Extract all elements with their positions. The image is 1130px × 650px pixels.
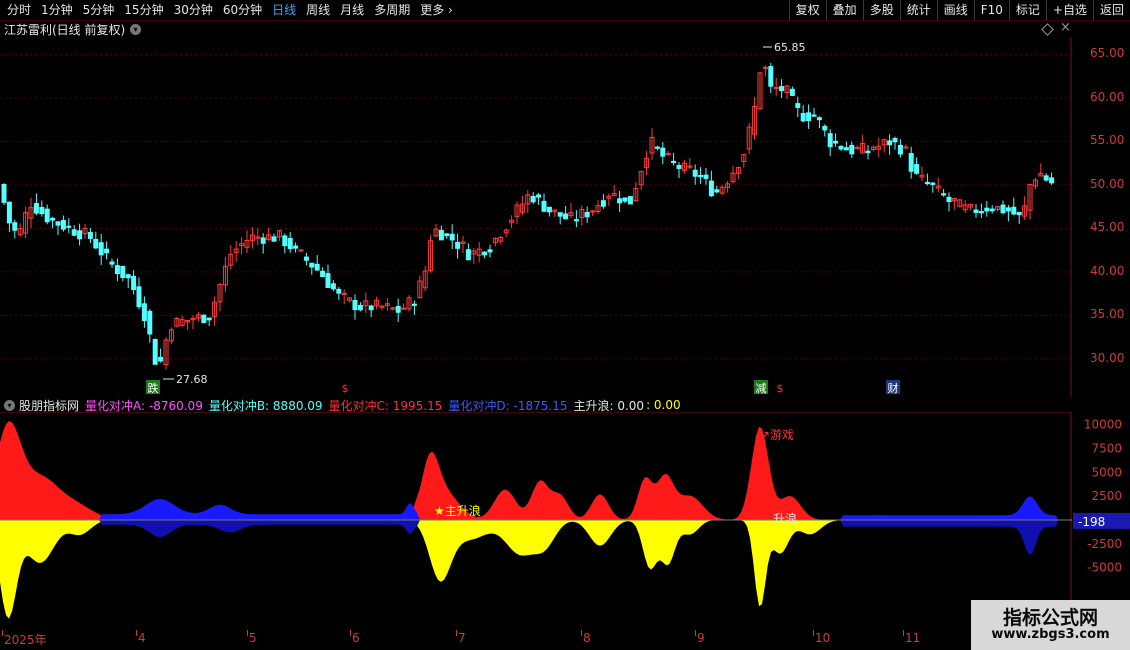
month-tick-8: 11	[905, 631, 921, 645]
high-label: 65.85	[774, 41, 806, 54]
price-tick-3: 50.00	[1090, 176, 1125, 191]
ind-tick-2: 5000	[1091, 465, 1122, 479]
month-tick-mark	[136, 630, 137, 636]
ind-tick-0: 10000	[1084, 418, 1122, 432]
month-tick-6: 9	[697, 631, 705, 645]
month-tick-mark	[695, 630, 696, 636]
marker-cai[interactable]: 财	[886, 380, 900, 395]
price-tick-1: 60.00	[1090, 89, 1125, 104]
legend-c: 量化对冲C: 1995.15	[328, 398, 443, 413]
month-tick-4: 7	[458, 631, 466, 645]
ind-tick-5: -5000	[1087, 561, 1122, 575]
svg-text:财: 财	[888, 381, 899, 395]
diamond-icon[interactable]	[1041, 23, 1054, 36]
svg-text:跌: 跌	[148, 381, 159, 395]
toolbar-button-8[interactable]: 返回	[1092, 0, 1130, 20]
price-tick-7: 30.00	[1090, 350, 1125, 365]
tab-period-9[interactable]: 多周期	[369, 0, 415, 20]
annot-game: ↗游戏	[760, 428, 794, 442]
tab-period-4[interactable]: 30分钟	[169, 0, 218, 20]
svg-text:$: $	[777, 382, 784, 395]
legend-a: 量化对冲A: -8760.09	[85, 398, 203, 413]
tab-period-8[interactable]: 月线	[335, 0, 369, 20]
svg-text:减: 减	[756, 382, 767, 395]
toolbar-button-0[interactable]: 复权	[788, 0, 826, 20]
month-tick-mark	[581, 630, 582, 636]
price-tick-4: 45.00	[1090, 220, 1125, 235]
tab-period-7[interactable]: 周线	[301, 0, 335, 20]
svg-text:$: $	[342, 382, 349, 395]
toolbar-button-3[interactable]: 统计	[899, 0, 937, 20]
current-value: -198	[1078, 515, 1105, 529]
month-tick-3: 6	[352, 631, 360, 645]
annot-wave-2: 升浪	[773, 511, 797, 526]
ind-tick-3: 2500	[1091, 489, 1122, 503]
tab-period-2[interactable]: 5分钟	[78, 0, 120, 20]
indicator-name: 股朋指标网	[19, 398, 80, 413]
period-toolbar: 分时 1分钟 5分钟 15分钟 30分钟 60分钟 日线 周线 月线 多周期 更多 › 复权 叠加 多股…	[0, 0, 1130, 21]
annot-wave: ★主升浪	[434, 503, 481, 518]
marker-dollar-2[interactable]: $	[777, 382, 784, 395]
ind-tick-4: -2500	[1087, 537, 1122, 551]
month-tick-mark	[2, 630, 3, 636]
price-tick-0: 65.00	[1090, 46, 1125, 61]
chart-title: 江苏雷利(日线 前复权)	[4, 22, 126, 37]
logo-url: www.zbgs3.com	[991, 627, 1110, 642]
month-tick-mark	[456, 630, 457, 636]
marker-dollar-1[interactable]: $	[342, 382, 349, 395]
toolbar-button-2[interactable]: 多股	[862, 0, 900, 20]
tab-period-3[interactable]: 15分钟	[119, 0, 168, 20]
low-label: 27.68	[176, 373, 208, 386]
indicator-legend: ▾ 股朋指标网 量化对冲A: -8760.09 量化对冲B: 8880.09 量…	[4, 397, 687, 413]
month-tick-0: 2025年	[4, 633, 47, 647]
candlestick-chart[interactable]: 65.85 27.68 跌 $ 减 $ 财	[0, 37, 1072, 397]
close-icon[interactable]: ×	[1060, 20, 1071, 35]
tab-period-5[interactable]: 60分钟	[218, 0, 267, 20]
legend-d: 量化对冲D: -1875.15	[448, 398, 568, 413]
marker-jian[interactable]: 减	[754, 380, 768, 395]
price-tick-2: 55.00	[1090, 133, 1125, 148]
price-tick-5: 40.00	[1090, 263, 1125, 278]
legend-e: 主升浪: 0.00	[573, 398, 645, 413]
month-tick-mark	[247, 630, 248, 636]
month-tick-2: 5	[249, 631, 257, 645]
tab-period-6[interactable]: 日线	[267, 0, 301, 20]
month-tick-mark	[903, 630, 904, 636]
tab-period-1[interactable]: 1分钟	[36, 0, 78, 20]
indicator-chart[interactable]: ↗游戏 ★主升浪升浪 10000 7500 5000 2500 -2500 -5000 -198	[0, 412, 1130, 630]
price-tick-6: 35.00	[1090, 307, 1125, 322]
month-tick-7: 10	[815, 631, 831, 645]
chevron-down-icon[interactable]: ▾	[130, 23, 142, 35]
toolbar-button-7[interactable]: +自选	[1045, 0, 1093, 20]
chevron-down-icon[interactable]: ▾	[4, 399, 15, 411]
tab-period-0[interactable]: 分时	[2, 0, 36, 20]
legend-b: 量化对冲B: 8880.09	[208, 398, 323, 413]
month-tick-5: 8	[583, 631, 591, 645]
chart-title-row: 江苏雷利(日线 前复权) ▾	[4, 21, 142, 37]
logo-title: 指标公式网	[1002, 607, 1098, 629]
toolbar-button-6[interactable]: 标记	[1008, 0, 1046, 20]
grid-lines	[0, 53, 1072, 360]
toolbar-buttons: 复权 叠加 多股 统计 画线 F10 标记 +自选 返回	[788, 0, 1130, 20]
toolbar-button-4[interactable]: 画线	[936, 0, 974, 20]
tab-more[interactable]: 更多 ›	[415, 0, 458, 20]
ind-tick-1: 7500	[1091, 441, 1122, 455]
candles	[1, 62, 1055, 370]
watermark-logo: 指标公式网 www.zbgs3.com	[971, 600, 1130, 650]
month-tick-mark	[350, 630, 351, 636]
toolbar-button-5[interactable]: F10	[973, 0, 1009, 20]
month-tick-mark	[813, 630, 814, 636]
toolbar-button-1[interactable]: 叠加	[825, 0, 863, 20]
month-tick-1: 4	[138, 631, 146, 645]
marker-die[interactable]: 跌	[146, 380, 160, 395]
legend-f: : 0.00	[646, 398, 681, 412]
period-tabs: 分时 1分钟 5分钟 15分钟 30分钟 60分钟 日线 周线 月线 多周期 更多 ›	[2, 0, 458, 20]
